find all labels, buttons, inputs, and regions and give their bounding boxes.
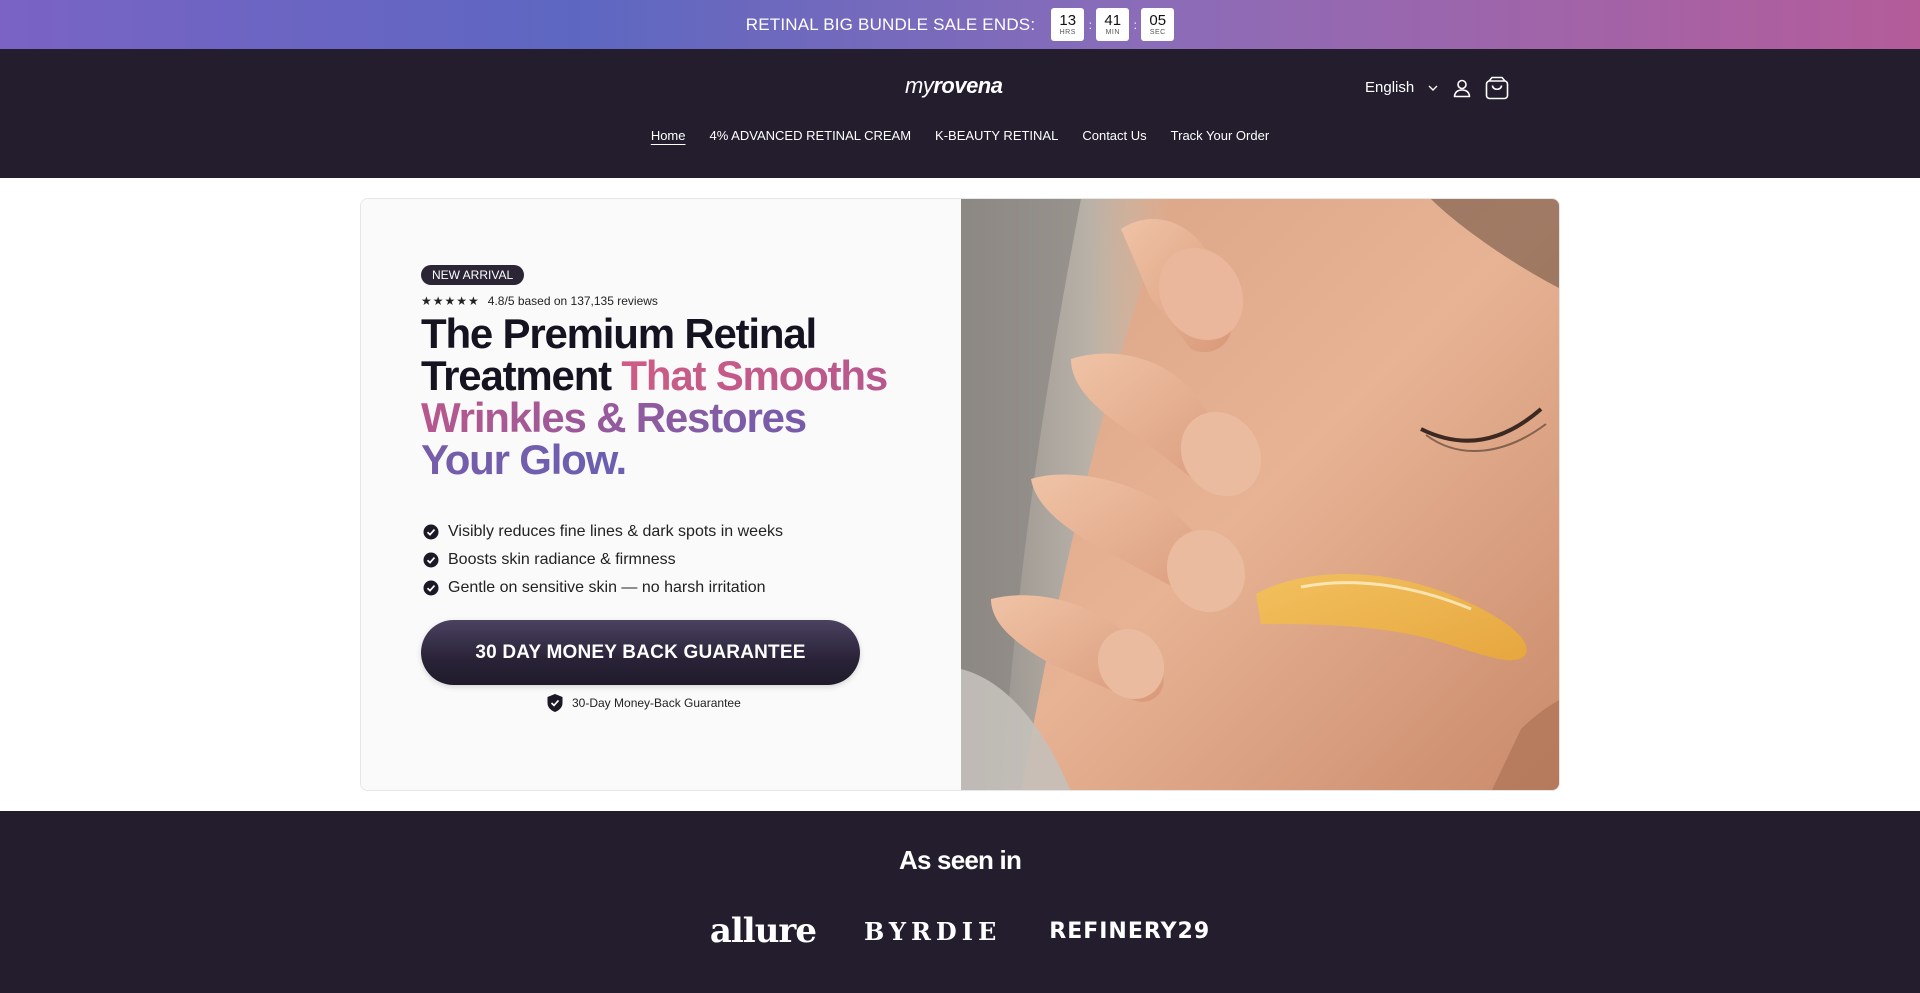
countdown-timer: 13 HRS : 41 MIN : 05 SEC [1051,8,1175,41]
nav-item-home[interactable]: Home [651,128,686,143]
announcement-bar: RETINAL BIG BUNDLE SALE ENDS: 13 HRS : 4… [0,0,1920,49]
guarantee-note: 30-Day Money-Back Guarantee [546,693,741,713]
main-navigation: Home 4% ADVANCED RETINAL CREAM K-BEAUTY … [0,128,1920,143]
check-badge-icon [423,580,439,596]
guarantee-text: 30-Day Money-Back Guarantee [572,696,741,710]
benefit-text: Visibly reduces fine lines & dark spots … [448,523,783,540]
shield-check-icon [547,694,563,712]
language-selector[interactable]: English [1365,79,1438,96]
timer-separator: : [1133,17,1137,32]
timer-separator: : [1088,17,1092,32]
star-rating-icon: ★★★★★ [421,294,480,308]
new-arrival-badge: NEW ARRIVAL [421,265,525,285]
chevron-down-icon [1428,85,1438,91]
benefits-list: Visibly reduces fine lines & dark spots … [423,518,783,602]
nav-item-advanced-retinal-cream[interactable]: 4% ADVANCED RETINAL CREAM [710,128,912,143]
benefit-text: Boosts skin radiance & firmness [448,551,676,568]
byrdie-logo: BYRDIE [863,916,1002,946]
timer-seconds-value: 05 [1149,11,1167,29]
timer-minutes-label: MIN [1105,28,1120,36]
timer-hours-value: 13 [1059,11,1077,29]
rating-summary[interactable]: ★★★★★ 4.8/5 based on 137,135 reviews [421,294,658,308]
announcement-text: RETINAL BIG BUNDLE SALE ENDS: [745,14,1036,34]
cart-button[interactable] [1484,75,1510,101]
shopping-bag-icon [1485,76,1509,100]
as-seen-in-section: As seen in allure BYRDIE REFINERY29 [0,811,1920,993]
account-button[interactable] [1449,75,1475,101]
press-logos: allure BYRDIE REFINERY29 [0,911,1920,951]
rating-text: 4.8/5 based on 137,135 reviews [487,294,658,308]
timer-seconds-label: SEC [1149,28,1166,36]
logo-text-light: my [905,73,934,98]
hero-content: NEW ARRIVAL ★★★★★ 4.8/5 based on 137,135… [361,199,961,790]
nav-item-track-order[interactable]: Track Your Order [1171,128,1270,143]
press-title: As seen in [898,845,1022,875]
benefit-item: Boosts skin radiance & firmness [423,546,783,574]
hero-headline: The Premium Retinal Treatment That Smoot… [421,313,891,481]
benefit-text: Gentle on sensitive skin — no harsh irri… [448,579,766,596]
allure-logo: allure [709,911,817,951]
hero-section: NEW ARRIVAL ★★★★★ 4.8/5 based on 137,135… [360,198,1560,791]
logo-text-bold: rovena [933,73,1003,98]
money-back-guarantee-button[interactable]: 30 DAY MONEY BACK GUARANTEE [421,620,860,685]
badge-label: NEW ARRIVAL [432,268,514,282]
timer-hours-label: HRS [1059,28,1076,36]
benefit-item: Gentle on sensitive skin — no harsh irri… [423,574,783,602]
timer-hours: 13 HRS [1051,8,1085,41]
language-label: English [1365,79,1415,96]
brand-logo[interactable]: myrovena [905,73,1015,99]
timer-seconds: 05 SEC [1141,8,1175,41]
nav-item-k-beauty-retinal[interactable]: K-BEAUTY RETINAL [935,128,1058,143]
hero-image [961,199,1559,790]
check-badge-icon [423,524,439,540]
refinery29-logo: REFINERY29 [1049,918,1211,944]
timer-minutes-value: 41 [1104,11,1122,29]
benefit-item: Visibly reduces fine lines & dark spots … [423,518,783,546]
user-icon [1453,79,1471,98]
model-applying-serum-image [961,199,1559,790]
timer-minutes: 41 MIN [1096,8,1130,41]
site-header: myrovena English Home 4% ADVANCED RETINA… [0,49,1920,178]
check-badge-icon [423,552,439,568]
nav-item-contact-us[interactable]: Contact Us [1082,128,1146,143]
